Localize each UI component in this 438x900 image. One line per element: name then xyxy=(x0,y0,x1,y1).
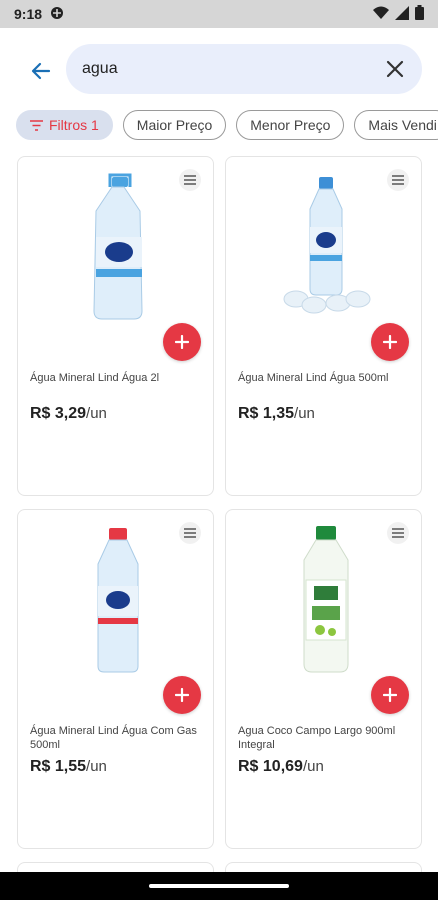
chip-lowest-price[interactable]: Menor Preço xyxy=(236,110,345,140)
plus-icon xyxy=(383,335,397,349)
list-icon[interactable] xyxy=(387,169,409,191)
search-input[interactable] xyxy=(82,60,362,78)
product-card[interactable]: Água Mineral Lind Água Com Gas 500ml R$ … xyxy=(17,509,214,849)
sync-icon xyxy=(50,6,64,23)
signal-icon xyxy=(395,5,409,23)
price-unit: /un xyxy=(86,405,107,422)
product-card[interactable]: Agua Coco Campo Largo 900ml Integral R$ … xyxy=(225,509,422,849)
product-name: Água Mineral Lind Água Com Gas 500ml xyxy=(30,725,197,751)
product-card[interactable]: Água Mineral Lind Água 2l R$ 3,29/un xyxy=(17,156,214,496)
price-unit: /un xyxy=(86,758,107,775)
chip-label: Maior Preço xyxy=(136,117,213,133)
add-to-cart-button[interactable] xyxy=(163,676,201,714)
arrow-left-icon xyxy=(31,62,51,80)
system-nav-bar xyxy=(0,872,438,900)
clear-search-button[interactable] xyxy=(382,56,408,82)
product-name: Agua Coco Campo Largo 900ml Integral xyxy=(238,725,396,751)
price-value: R$ 1,55 xyxy=(30,758,87,775)
filter-icon xyxy=(30,119,43,131)
chip-label: Filtros 1 xyxy=(49,117,99,133)
plus-icon xyxy=(383,688,397,702)
product-price: R$ 1,55/un xyxy=(30,758,107,776)
product-price: R$ 3,29/un xyxy=(30,405,107,423)
home-gesture-handle[interactable] xyxy=(149,884,289,888)
price-unit: /un xyxy=(294,405,315,422)
search-box xyxy=(66,44,422,94)
product-name: Água Mineral Lind Água 500ml xyxy=(238,372,389,384)
chip-filters[interactable]: Filtros 1 xyxy=(16,110,113,140)
product-price: R$ 1,35/un xyxy=(238,405,315,423)
add-to-cart-button[interactable] xyxy=(163,323,201,361)
product-image xyxy=(68,524,168,674)
product-price: R$ 10,69/un xyxy=(238,758,324,776)
plus-icon xyxy=(175,688,189,702)
list-icon[interactable] xyxy=(179,169,201,191)
search-row xyxy=(0,44,438,96)
product-card[interactable]: Água Mineral Lind Água 500ml R$ 1,35/un xyxy=(225,156,422,496)
chip-highest-price[interactable]: Maior Preço xyxy=(122,110,227,140)
price-unit: /un xyxy=(302,758,324,775)
price-value: R$ 3,29 xyxy=(30,405,87,422)
add-to-cart-button[interactable] xyxy=(371,676,409,714)
filter-chips: Filtros 1 Maior Preço Menor Preço Mais V… xyxy=(16,110,438,140)
battery-icon xyxy=(415,5,424,23)
price-value: R$ 10,69 xyxy=(238,758,303,775)
close-icon xyxy=(386,60,404,78)
chip-label: Menor Preço xyxy=(250,117,331,133)
product-name: Água Mineral Lind Água 2l xyxy=(30,372,160,384)
back-button[interactable] xyxy=(26,56,56,86)
plus-icon xyxy=(175,335,189,349)
product-image xyxy=(276,171,376,321)
wifi-icon xyxy=(373,6,389,23)
list-icon[interactable] xyxy=(179,522,201,544)
price-value: R$ 1,35 xyxy=(238,405,295,422)
status-bar: 9:18 xyxy=(0,0,438,28)
list-icon[interactable] xyxy=(387,522,409,544)
product-image xyxy=(276,524,376,674)
chip-label: Mais Vendi xyxy=(368,117,437,133)
add-to-cart-button[interactable] xyxy=(371,323,409,361)
product-image xyxy=(68,171,168,321)
chip-best-selling[interactable]: Mais Vendi xyxy=(354,110,438,140)
status-time: 9:18 xyxy=(14,6,43,22)
